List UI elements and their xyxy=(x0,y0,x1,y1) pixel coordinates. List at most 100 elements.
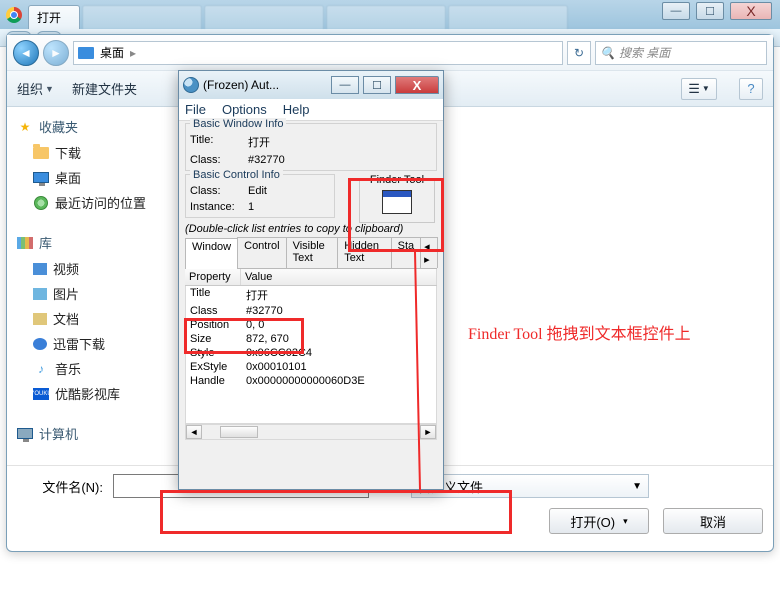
breadcrumb[interactable]: 桌面 ▸ xyxy=(73,41,563,65)
maximize-button[interactable]: ☐ xyxy=(696,2,724,20)
autoit-titlebar[interactable]: (Frozen) Aut... — ☐ X xyxy=(179,71,443,99)
autoit-maximize-button[interactable]: ☐ xyxy=(363,76,391,94)
filetype-dropdown[interactable]: 自定义文件 ▼ xyxy=(411,474,649,498)
sidebar-group-favorites[interactable]: ★收藏夹 xyxy=(11,113,182,140)
menu-options[interactable]: Options xyxy=(222,102,267,117)
sidebar-item-music[interactable]: ♪音乐 xyxy=(11,356,182,381)
browser-tab-inactive[interactable] xyxy=(82,5,202,29)
organize-button[interactable]: 组织▼ xyxy=(17,79,54,98)
property-list-header: Property Value xyxy=(185,269,437,286)
table-row: Handle0x00000000000060D3E xyxy=(186,374,436,388)
sidebar-item-xunlei[interactable]: 迅雷下载 xyxy=(11,331,182,356)
annotation-text: Finder Tool 拖拽到文本框控件上 xyxy=(468,320,691,344)
horizontal-scrollbar[interactable]: ◄ ► xyxy=(185,424,437,440)
bw-class-value: #32770 xyxy=(248,154,285,166)
header-value[interactable]: Value xyxy=(241,269,437,285)
tab-control[interactable]: Control xyxy=(237,237,286,268)
open-button[interactable]: 打开(O)▾ xyxy=(549,508,649,534)
sidebar-item-desktop[interactable]: 桌面 xyxy=(11,165,182,190)
group-basic-window-info: Basic Window Info Title:打开 Class:#32770 xyxy=(185,123,437,171)
music-icon: ♪ xyxy=(33,362,49,376)
cancel-button[interactable]: 取消 xyxy=(663,508,763,534)
desktop-icon xyxy=(78,47,94,59)
chevron-down-icon: ▼ xyxy=(632,481,642,492)
autoit-minimize-button[interactable]: — xyxy=(331,76,359,94)
menu-help[interactable]: Help xyxy=(283,102,310,117)
chevron-down-icon: ▼ xyxy=(45,84,54,94)
sidebar-item-pictures[interactable]: 图片 xyxy=(11,281,182,306)
sidebar-group-libraries[interactable]: 库 xyxy=(11,229,182,256)
breadcrumb-location: 桌面 xyxy=(100,44,124,61)
autoit-window-title: (Frozen) Aut... xyxy=(203,78,327,92)
scroll-thumb[interactable] xyxy=(220,426,258,438)
dialog-back-button[interactable]: ◄ xyxy=(13,40,39,66)
filename-label: 文件名(N): xyxy=(17,477,103,496)
table-row: Title打开 xyxy=(186,286,436,304)
youku-icon: YOUKU xyxy=(33,388,49,400)
finder-tool-label: Finder Tool xyxy=(366,174,428,186)
new-folder-button[interactable]: 新建文件夹 xyxy=(72,79,137,98)
dialog-nav-bar: ◄ ► 桌面 ▸ ↻ 🔍 搜索 桌面 xyxy=(7,35,773,71)
menu-file[interactable]: File xyxy=(185,102,206,117)
tab-visible-text[interactable]: Visible Text xyxy=(286,237,339,268)
search-placeholder: 搜索 桌面 xyxy=(619,44,670,61)
autoit-close-button[interactable]: X xyxy=(395,76,439,94)
browser-tab-inactive[interactable] xyxy=(448,5,568,29)
tab-hidden-text[interactable]: Hidden Text xyxy=(337,237,391,268)
scroll-right-button[interactable]: ► xyxy=(420,425,436,439)
table-row: Position0, 0 xyxy=(186,318,436,332)
split-chevron-icon: ▾ xyxy=(623,516,628,527)
bc-class-value: Edit xyxy=(248,185,267,197)
view-mode-button[interactable]: ☰▼ xyxy=(681,78,717,100)
window-controls: — ☐ X xyxy=(662,2,772,20)
sidebar-item-recent[interactable]: 最近访问的位置 xyxy=(11,190,182,215)
star-icon: ★ xyxy=(17,120,33,134)
browser-tab-inactive[interactable] xyxy=(204,5,324,29)
autoit-icon xyxy=(183,77,199,93)
table-row: Class#32770 xyxy=(186,304,436,318)
property-list[interactable]: Title打开 Class#32770 Position0, 0 Size872… xyxy=(185,286,437,424)
recent-icon xyxy=(33,196,49,210)
scroll-left-button[interactable]: ◄ xyxy=(186,425,202,439)
tab-window[interactable]: Window xyxy=(185,238,238,269)
dialog-forward-button[interactable]: ► xyxy=(43,40,69,66)
sidebar-group-computer[interactable]: 计算机 xyxy=(11,420,182,447)
browser-tab-active[interactable]: 打开 xyxy=(28,5,80,29)
thunder-icon xyxy=(33,338,47,350)
search-input[interactable]: 🔍 搜索 桌面 xyxy=(595,41,767,65)
bw-title-value: 打开 xyxy=(248,134,270,150)
group-basic-control-info: Basic Control Info Class:Edit Instance:1 xyxy=(185,174,335,218)
browser-tab-inactive[interactable] xyxy=(326,5,446,29)
tab-more[interactable]: Sta xyxy=(391,237,422,268)
view-icon: ☰ xyxy=(688,81,700,97)
close-button[interactable]: X xyxy=(730,2,772,20)
sidebar-item-youku[interactable]: YOUKU优酷影视库 xyxy=(11,381,182,406)
finder-tool-group: Finder Tool xyxy=(359,179,435,223)
sidebar-item-videos[interactable]: 视频 xyxy=(11,256,182,281)
sidebar-item-downloads[interactable]: 下载 xyxy=(11,140,182,165)
table-row: Size872, 670 xyxy=(186,332,436,346)
desktop-icon xyxy=(33,171,49,185)
table-row: ExStyle0x00010101 xyxy=(186,360,436,374)
help-button[interactable]: ? xyxy=(739,78,763,100)
autoit-tabs: Window Control Visible Text Hidden Text … xyxy=(185,237,437,269)
computer-icon xyxy=(17,427,33,441)
table-row: Style0x96CC02C4 xyxy=(186,346,436,360)
pictures-icon xyxy=(33,288,47,300)
tab-title: 打开 xyxy=(37,11,61,25)
autoit-window-info: (Frozen) Aut... — ☐ X File Options Help … xyxy=(178,70,444,490)
video-icon xyxy=(33,263,47,275)
finder-tool-target-icon[interactable] xyxy=(382,190,412,214)
browser-tab-bar: 打开 — ☐ X xyxy=(0,0,780,29)
header-property[interactable]: Property xyxy=(185,269,241,285)
tab-scroll[interactable]: ◂ ▸ xyxy=(420,237,438,268)
chrome-icon xyxy=(6,7,22,23)
chevron-down-icon: ▼ xyxy=(702,84,710,93)
refresh-button[interactable]: ↻ xyxy=(567,41,591,65)
library-icon xyxy=(17,236,33,250)
sidebar-item-documents[interactable]: 文档 xyxy=(11,306,182,331)
minimize-button[interactable]: — xyxy=(662,2,690,20)
search-icon: 🔍 xyxy=(600,46,615,60)
bc-instance-value: 1 xyxy=(248,201,254,213)
dialog-sidebar: ★收藏夹 下载 桌面 最近访问的位置 库 视频 图片 文档 迅雷下载 ♪音乐 Y… xyxy=(7,107,187,465)
